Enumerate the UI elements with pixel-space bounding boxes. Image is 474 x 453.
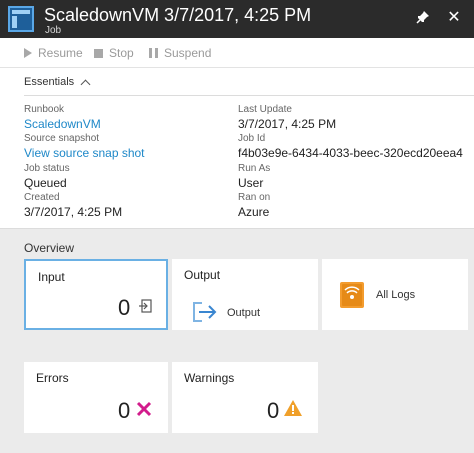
command-bar: Resume Stop Suspend — [0, 38, 474, 68]
job-status-field: Job status Queued — [24, 162, 70, 191]
input-count: 0 — [118, 295, 131, 320]
overview-title: Overview — [24, 241, 75, 255]
job-id-field: Job Id f4b03e9e-6434-4033-beec-320ecd20e… — [238, 132, 463, 161]
chevron-up-icon — [80, 79, 91, 89]
resume-label: Resume — [38, 46, 83, 60]
job-id-value: f4b03e9e-6434-4033-beec-320ecd20eea4 — [238, 146, 463, 160]
all-logs-tile[interactable]: All Logs — [322, 259, 468, 330]
blade-title: ScaledownVM 3/7/2017, 4:25 PM — [44, 5, 312, 25]
blade-subtitle: Job — [45, 25, 62, 36]
view-source-snapshot-link[interactable]: View source snap shot — [24, 145, 145, 161]
errors-label: Errors — [36, 371, 69, 385]
run-as-label: Run As — [238, 163, 271, 174]
input-arrow-icon — [138, 299, 152, 316]
job-status-label: Job status — [24, 163, 70, 174]
output-sub-label: Output — [227, 307, 261, 319]
essentials-label: Essentials — [24, 76, 75, 88]
last-update-value: 3/7/2017, 4:25 PM — [238, 117, 337, 131]
warnings-label: Warnings — [184, 371, 235, 385]
runbook-job-icon — [8, 6, 34, 32]
play-icon — [24, 48, 32, 58]
blade-header: ScaledownVM 3/7/2017, 4:25 PM Job ✕ — [0, 0, 474, 38]
stop-icon — [94, 48, 103, 58]
essentials-toggle[interactable]: Essentials — [24, 76, 91, 89]
warnings-count: 0 — [267, 398, 280, 423]
created-field: Created 3/7/2017, 4:25 PM — [24, 191, 122, 220]
suspend-button[interactable]: Suspend — [149, 46, 211, 60]
output-tile[interactable]: Output Output — [172, 259, 318, 330]
suspend-label: Suspend — [164, 46, 212, 60]
output-label: Output — [184, 268, 221, 282]
pin-icon[interactable] — [414, 8, 432, 26]
errors-count: 0 — [118, 398, 131, 423]
error-x-icon — [136, 401, 152, 420]
logs-icon — [340, 282, 364, 311]
warnings-tile[interactable]: Warnings 0 — [172, 362, 318, 433]
created-value: 3/7/2017, 4:25 PM — [24, 205, 123, 219]
job-id-label: Job Id — [238, 133, 266, 144]
ran-on-label: Ran on — [238, 192, 271, 203]
resume-button[interactable]: Resume — [24, 46, 83, 60]
warning-icon — [284, 400, 302, 419]
ran-on-value: Azure — [238, 205, 270, 219]
source-snapshot-label: Source snapshot — [24, 133, 100, 144]
close-icon[interactable]: ✕ — [445, 8, 463, 26]
pause-icon — [149, 48, 158, 58]
job-status-value: Queued — [24, 176, 67, 190]
divider — [24, 95, 474, 96]
input-tile[interactable]: Input 0 — [24, 259, 168, 330]
stop-button[interactable]: Stop — [94, 46, 134, 60]
run-as-value: User — [238, 176, 264, 190]
runbook-field: Runbook ScaledownVM — [24, 103, 101, 132]
run-as-field: Run As User — [238, 162, 270, 191]
stop-label: Stop — [109, 46, 134, 60]
runbook-link[interactable]: ScaledownVM — [24, 116, 101, 132]
ran-on-field: Ran on Azure — [238, 191, 270, 220]
last-update-field: Last Update 3/7/2017, 4:25 PM — [238, 103, 336, 132]
created-label: Created — [24, 192, 60, 203]
all-logs-label: All Logs — [376, 289, 416, 301]
source-snapshot-field: Source snapshot View source snap shot — [24, 132, 145, 161]
runbook-label: Runbook — [24, 104, 65, 115]
output-arrow-icon — [192, 301, 218, 326]
input-label: Input — [38, 270, 65, 284]
last-update-label: Last Update — [238, 104, 292, 115]
errors-tile[interactable]: Errors 0 — [24, 362, 168, 433]
